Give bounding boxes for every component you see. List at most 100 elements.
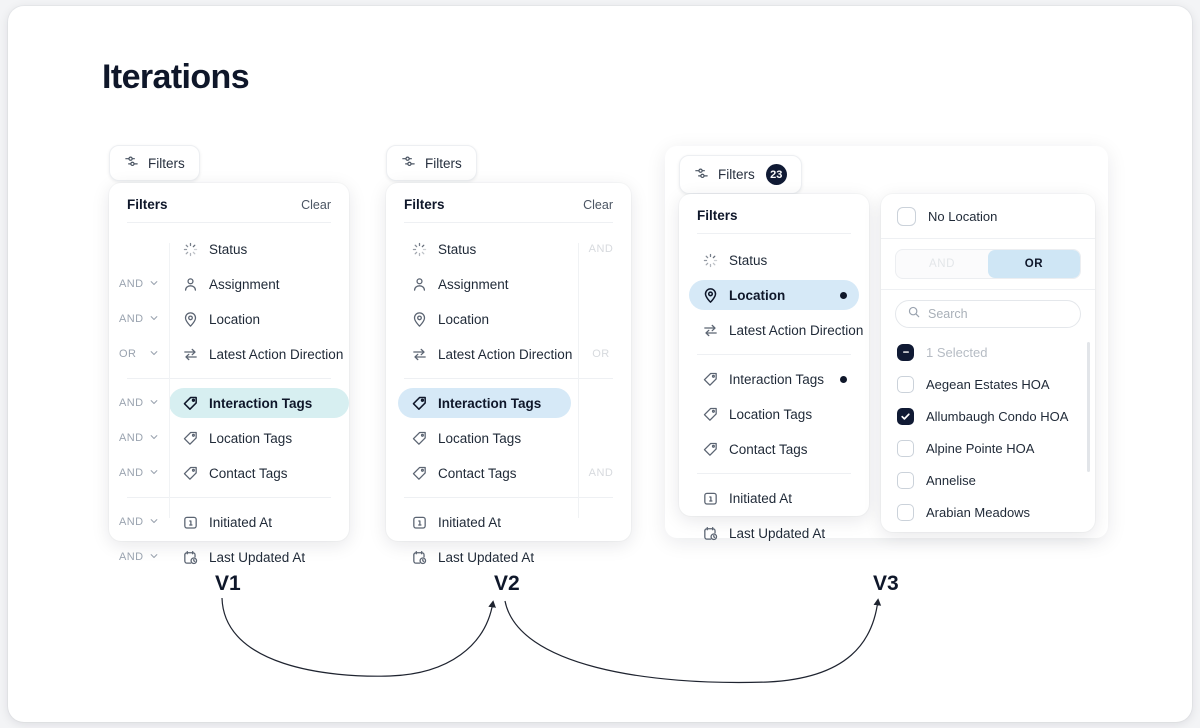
filter-pill[interactable]: Last Updated At xyxy=(689,518,859,548)
filter-pill[interactable]: Location Tags xyxy=(689,399,859,429)
v2-filter-row[interactable]: Last Updated At xyxy=(386,542,631,572)
filter-pill[interactable]: Assignment xyxy=(169,269,349,299)
chevron-down-icon xyxy=(149,432,159,445)
filter-pill[interactable]: Assignment xyxy=(398,269,571,299)
location-option[interactable]: Aegean Estates HOA xyxy=(881,368,1095,400)
conjunction-select[interactable]: AND xyxy=(109,278,169,291)
conjunction-label[interactable] xyxy=(571,304,631,334)
v1-filter-row[interactable]: AND Interaction Tags xyxy=(109,388,349,418)
conjunction-label[interactable] xyxy=(571,423,631,453)
v3-filters-button[interactable]: Filters 23 xyxy=(679,155,802,194)
filter-pill[interactable]: Status xyxy=(169,234,349,264)
conjunction-label[interactable] xyxy=(571,542,631,572)
v2-filter-row[interactable]: Latest Action Direction OR xyxy=(386,339,631,369)
filter-pill[interactable]: Interaction Tags xyxy=(689,364,859,394)
select-all-checkbox[interactable] xyxy=(897,343,914,361)
v1-clear-button[interactable]: Clear xyxy=(301,198,331,212)
filter-pill[interactable]: Location xyxy=(398,304,571,334)
v3-filter-list: Status Location Latest Action Direction Int… xyxy=(679,234,869,563)
conjunction-select[interactable]: AND xyxy=(109,397,169,410)
v3-location-detail-panel: No Location AND OR 1 Selected Aegean xyxy=(881,194,1095,532)
filter-pill[interactable]: Initiated At xyxy=(689,483,859,513)
filter-pill[interactable]: Contact Tags xyxy=(398,458,571,488)
filter-pill[interactable]: Location Tags xyxy=(398,423,571,453)
v1-filter-row[interactable]: AND Assignment xyxy=(109,269,349,299)
v1-filter-row[interactable]: AND Initiated At xyxy=(109,507,349,537)
filter-pill[interactable]: Status xyxy=(398,234,571,264)
or-toggle-option[interactable]: OR xyxy=(988,250,1080,278)
filter-pill[interactable]: Initiated At xyxy=(169,507,349,537)
location-option-checkbox[interactable] xyxy=(897,375,914,393)
conjunction-label[interactable] xyxy=(571,507,631,537)
filter-pill[interactable]: Interaction Tags xyxy=(169,388,349,418)
conjunction-select[interactable]: AND xyxy=(109,551,169,564)
no-location-label: No Location xyxy=(928,208,998,224)
v2-filter-row[interactable]: Location xyxy=(386,304,631,334)
conjunction-select[interactable]: AND xyxy=(109,516,169,529)
v2-clear-button[interactable]: Clear xyxy=(583,198,613,212)
v1-filter-row[interactable]: OR Latest Action Direction xyxy=(109,339,349,369)
location-list-scrollbar[interactable] xyxy=(1087,342,1090,472)
v2-filter-row[interactable]: Assignment xyxy=(386,269,631,299)
location-option[interactable]: Annelise xyxy=(881,464,1095,496)
v3-filter-row[interactable]: Location Tags xyxy=(679,399,869,429)
v3-filter-row[interactable]: Status xyxy=(679,245,869,275)
v1-filters-button[interactable]: Filters xyxy=(109,145,200,181)
v1-filter-row[interactable]: AND Last Updated At xyxy=(109,542,349,572)
filter-pill[interactable]: Status xyxy=(689,245,859,275)
filter-pill[interactable]: Contact Tags xyxy=(689,434,859,464)
conjunction-select[interactable]: OR xyxy=(109,348,169,361)
conjunction-label[interactable] xyxy=(571,269,631,299)
chevron-down-icon xyxy=(149,313,159,326)
filter-pill[interactable]: Interaction Tags xyxy=(398,388,571,418)
v1-filter-row[interactable]: AND Contact Tags xyxy=(109,458,349,488)
v2-filter-row[interactable]: Status AND xyxy=(386,234,631,264)
v3-filter-row[interactable]: Interaction Tags xyxy=(679,364,869,394)
conjunction-select[interactable]: AND xyxy=(109,313,169,326)
v2-filters-button[interactable]: Filters xyxy=(386,145,477,181)
conjunction-label[interactable] xyxy=(571,388,631,418)
filter-pill[interactable]: Contact Tags xyxy=(169,458,349,488)
filter-pill[interactable]: Location xyxy=(169,304,349,334)
v1-filter-row[interactable]: AND Location Tags xyxy=(109,423,349,453)
location-option[interactable]: Arabian Meadows xyxy=(881,496,1095,528)
filter-pill[interactable]: Last Updated At xyxy=(169,542,349,572)
conjunction-label[interactable]: AND xyxy=(571,458,631,488)
no-location-checkbox[interactable] xyxy=(897,206,916,226)
v2-filter-row[interactable]: Initiated At xyxy=(386,507,631,537)
v3-filter-row[interactable]: Location xyxy=(679,280,869,310)
v2-filter-row[interactable]: Contact Tags AND xyxy=(386,458,631,488)
v2-filter-row[interactable]: Location Tags xyxy=(386,423,631,453)
and-or-toggle[interactable]: AND OR xyxy=(895,249,1081,279)
no-location-option[interactable]: No Location xyxy=(881,194,1095,238)
location-option-checkbox[interactable] xyxy=(897,503,914,521)
conjunction-select[interactable]: AND xyxy=(109,432,169,445)
filter-pill[interactable]: Location Tags xyxy=(169,423,349,453)
v1-filter-row[interactable]: AND Location xyxy=(109,304,349,334)
v3-filter-row[interactable]: Contact Tags xyxy=(679,434,869,464)
location-search[interactable] xyxy=(895,300,1081,328)
search-input[interactable] xyxy=(928,307,1068,321)
v2-filter-row[interactable]: Interaction Tags xyxy=(386,388,631,418)
and-toggle-option[interactable]: AND xyxy=(896,250,988,278)
conjunction-select[interactable]: AND xyxy=(109,467,169,480)
v3-filter-row[interactable]: Latest Action Direction xyxy=(679,315,869,345)
location-option-checkbox[interactable] xyxy=(897,471,914,489)
conjunction-label[interactable]: OR xyxy=(571,339,631,369)
v1-filter-row[interactable]: Status xyxy=(109,234,349,264)
filter-pill[interactable]: Latest Action Direction xyxy=(169,339,355,369)
filter-pill[interactable]: Latest Action Direction xyxy=(398,339,584,369)
filter-pill[interactable]: Initiated At xyxy=(398,507,571,537)
location-option-checkbox[interactable] xyxy=(897,407,914,425)
filter-pill[interactable]: Latest Action Direction xyxy=(689,315,875,345)
filter-pill[interactable]: Last Updated At xyxy=(398,542,571,572)
conjunction-label[interactable]: AND xyxy=(571,234,631,264)
v3-filter-row[interactable]: Initiated At xyxy=(679,483,869,513)
location-option-checkbox[interactable] xyxy=(897,439,914,457)
selected-summary-row[interactable]: 1 Selected xyxy=(881,336,1095,368)
filter-pill[interactable]: Location xyxy=(689,280,859,310)
location-option[interactable]: Alpine Pointe HOA xyxy=(881,432,1095,464)
v3-filter-row[interactable]: Last Updated At xyxy=(679,518,869,548)
location-option[interactable]: Allumbaugh Condo HOA xyxy=(881,400,1095,432)
divider xyxy=(127,378,331,379)
